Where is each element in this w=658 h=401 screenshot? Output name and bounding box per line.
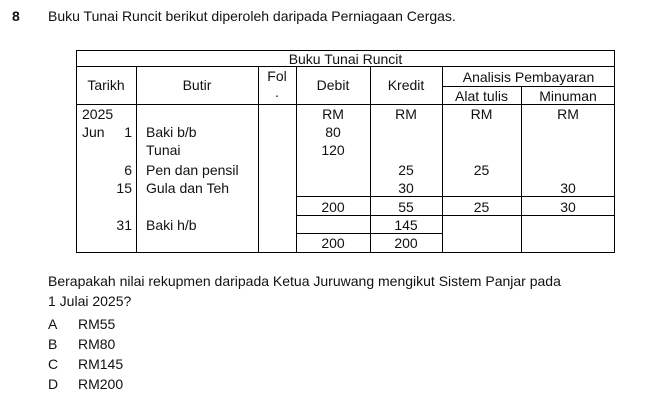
question-prompt-line-1: Berapakah nilai rekupmen daripada Ketua … bbox=[48, 273, 561, 289]
option-d-text[interactable]: RM200 bbox=[78, 376, 123, 392]
option-a-letter: A bbox=[48, 316, 58, 332]
total-kredit: 55 bbox=[398, 199, 414, 215]
col-line-tarikh bbox=[136, 66, 137, 253]
question-prompt-line-2: 1 Julai 2025? bbox=[48, 293, 132, 309]
option-c-text[interactable]: RM145 bbox=[78, 356, 123, 372]
header-butir: Butir bbox=[182, 77, 212, 93]
row-butir: Pen dan pensil bbox=[146, 162, 239, 178]
total-minuman: 30 bbox=[560, 199, 576, 215]
total-rule-top bbox=[296, 196, 615, 197]
table-title: Buku Tunai Runcit bbox=[288, 51, 403, 67]
header-minuman: Minuman bbox=[539, 88, 597, 104]
row-debit: 120 bbox=[321, 142, 345, 158]
total-rule-bottom bbox=[296, 215, 615, 216]
option-b-letter: B bbox=[48, 336, 58, 352]
question-number: 8 bbox=[12, 8, 20, 24]
row-butir: Gula dan Teh bbox=[146, 180, 230, 196]
row-kredit: 30 bbox=[398, 180, 414, 196]
unit-minuman: RM bbox=[557, 106, 579, 122]
row-month: Jun bbox=[82, 124, 105, 140]
unit-alat-tulis: RM bbox=[470, 106, 493, 122]
row-butir: Baki b/b bbox=[146, 124, 197, 140]
row-debit: 80 bbox=[325, 124, 341, 140]
option-a-text[interactable]: RM55 bbox=[78, 316, 115, 332]
header-tarikh: Tarikh bbox=[87, 77, 125, 93]
table-border-bottom bbox=[76, 252, 615, 253]
unit-kredit: RM bbox=[395, 106, 417, 122]
grand-total-debit: 200 bbox=[321, 235, 345, 251]
option-b-text[interactable]: RM80 bbox=[78, 336, 115, 352]
total-alat-tulis: 25 bbox=[473, 199, 490, 215]
question-stem: Buku Tunai Runcit berikut diperoleh dari… bbox=[48, 8, 456, 24]
analisis-divider bbox=[442, 86, 615, 87]
header-divider bbox=[76, 104, 615, 105]
grand-total-kredit: 200 bbox=[394, 235, 418, 251]
year-label: 2025 bbox=[82, 106, 114, 122]
unit-debit: RM bbox=[322, 106, 344, 122]
row-day: 1 bbox=[124, 124, 132, 140]
option-d-letter: D bbox=[48, 376, 59, 392]
header-analisis: Analisis Pembayaran bbox=[462, 69, 595, 85]
row-butir: Tunai bbox=[146, 142, 181, 158]
closing-kredit: 145 bbox=[394, 217, 418, 233]
row-kredit: 25 bbox=[398, 162, 414, 178]
total-debit: 200 bbox=[321, 199, 345, 215]
grand-total-rule-top bbox=[296, 233, 442, 234]
closing-day: 31 bbox=[116, 217, 132, 233]
option-c-letter: C bbox=[48, 356, 59, 372]
header-fol-dot: . bbox=[275, 84, 279, 100]
row-day: 15 bbox=[116, 180, 132, 196]
col-line-fol bbox=[296, 66, 297, 253]
row-minuman: 30 bbox=[560, 180, 576, 196]
header-fol: Fol bbox=[267, 68, 287, 84]
header-kredit: Kredit bbox=[387, 77, 425, 93]
header-alat-tulis: Alat tulis bbox=[455, 88, 508, 104]
row-day: 6 bbox=[124, 162, 132, 178]
header-debit: Debit bbox=[316, 77, 350, 93]
closing-butir: Baki h/b bbox=[146, 217, 197, 233]
row-alat-tulis: 25 bbox=[473, 162, 490, 178]
petty-cash-book-table: Buku Tunai Runcit Tarikh Butir Fol . Deb… bbox=[76, 50, 615, 253]
